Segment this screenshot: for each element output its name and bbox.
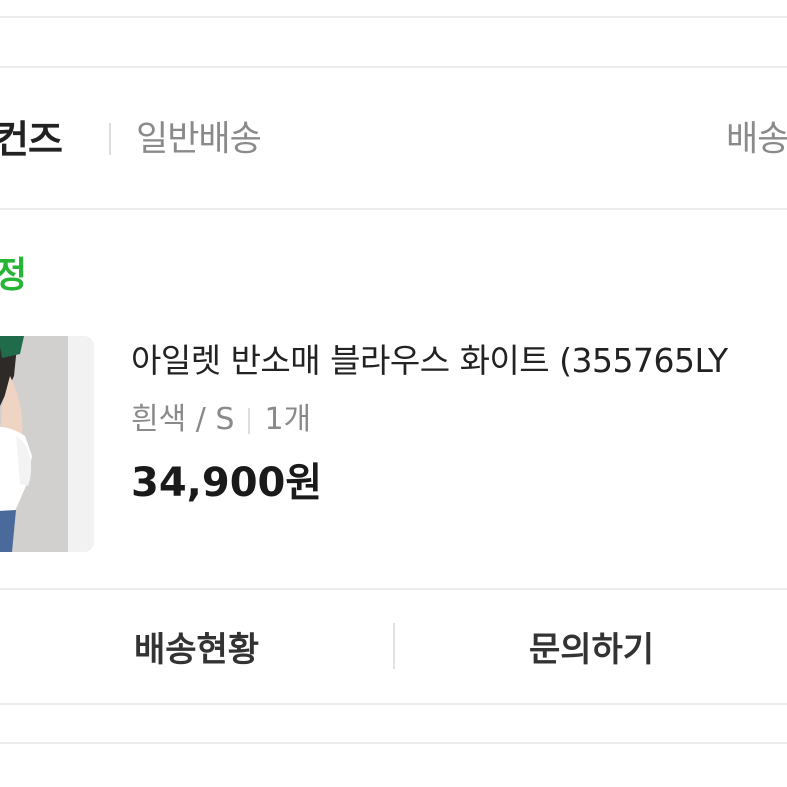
inquiry-label: 문의하기	[528, 630, 655, 670]
product-price: 34,900원	[131, 460, 323, 506]
actions-bottom-divider	[0, 703, 787, 705]
seller-divider	[109, 123, 111, 155]
order-status-label: 정	[0, 255, 28, 296]
option-separator	[248, 407, 251, 434]
product-thumbnail[interactable]	[0, 336, 94, 552]
inquiry-button[interactable]: 문의하기	[395, 590, 787, 703]
track-delivery-button[interactable]: 배송현황	[0, 590, 393, 703]
seller-section-bottom-divider	[0, 208, 787, 210]
product-option: 흰색 / S	[131, 402, 235, 437]
bottom-divider	[0, 742, 787, 744]
product-quantity: 1개	[264, 402, 312, 437]
shipping-label-partial[interactable]: 배송	[726, 111, 787, 162]
shipping-type-label: 일반배송	[136, 119, 262, 160]
track-delivery-label: 배송현황	[133, 630, 260, 670]
product-name[interactable]: 아일렛 반소매 블라우스 화이트 (355765LY	[131, 334, 728, 382]
seller-name[interactable]: 컨즈	[0, 109, 63, 164]
product-photo-icon	[0, 336, 68, 552]
seller-section-top-divider	[0, 66, 787, 68]
order-detail-page: 컨즈 일반배송 배송 정 아일렛 반소매 블라우스 화이트 (355765LY …	[0, 0, 787, 787]
top-divider	[0, 16, 787, 18]
product-option-line: 흰색 / S 1개	[131, 394, 311, 438]
